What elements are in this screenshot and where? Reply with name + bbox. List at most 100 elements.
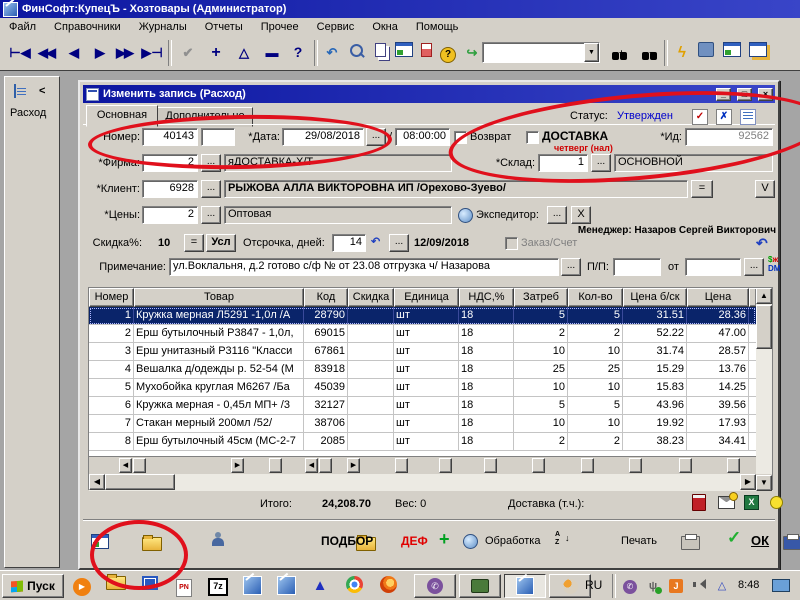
column-scroll-thumb[interactable]	[679, 458, 692, 473]
clock[interactable]: 8:48	[738, 579, 759, 591]
excel-icon[interactable]: X	[744, 495, 759, 510]
v-scrollbar[interactable]: ▲	[756, 288, 772, 474]
table-row[interactable]: 2Ерш бутылочный Р3847 - 1,0л,69015шт1822…	[89, 325, 756, 343]
column-scroll-thumb[interactable]	[727, 458, 740, 473]
scroll-up-button[interactable]: ▲	[756, 288, 772, 304]
column-scroll-arrow[interactable]: ◀	[119, 458, 132, 473]
7zip-icon[interactable]: 7z	[208, 576, 228, 596]
nav-first-button[interactable]: ⊢◀	[8, 41, 32, 65]
language-indicator[interactable]: RU	[585, 578, 602, 592]
vozvrat-checkbox[interactable]	[454, 131, 467, 144]
column-scroll-arrow[interactable]: ▶	[347, 458, 360, 473]
table-row[interactable]: 4Вешалка д/одежды р. 52-54 (М83918шт1825…	[89, 361, 756, 379]
delete-record-button[interactable]: ▬	[260, 41, 284, 65]
close-button[interactable]: ×	[758, 88, 773, 101]
prim-input[interactable]: ул.Воклальня, д.2 готово с/ф № от 23.08 …	[169, 258, 559, 276]
menu-item-1[interactable]: Справочники	[45, 18, 130, 36]
menu-item-4[interactable]: Прочее	[252, 18, 308, 36]
column-scroll-thumb[interactable]	[484, 458, 497, 473]
date-input[interactable]: 29/08/2018	[282, 128, 364, 146]
nomer-input[interactable]: 40143	[142, 128, 198, 146]
h-scrollbar[interactable]: ◀ ▶	[89, 474, 756, 491]
cascade-windows-button[interactable]	[746, 41, 770, 65]
delphi-icon[interactable]: ▲	[310, 576, 330, 596]
firma-lookup-button[interactable]: ...	[201, 154, 221, 172]
usl-button[interactable]: Усл	[206, 234, 236, 252]
skidka-equal-button[interactable]: =	[184, 234, 204, 252]
column-scroll-thumb[interactable]	[269, 458, 282, 473]
forward-button[interactable]: ↪	[460, 41, 484, 65]
refresh-button[interactable]: ↶	[320, 41, 344, 65]
column-scroll-thumb[interactable]	[629, 458, 642, 473]
edit-record-button[interactable]: △	[232, 41, 256, 65]
kupets-shortcut-icon-2[interactable]	[276, 576, 296, 596]
ceny-lookup-button[interactable]: ...	[201, 206, 221, 224]
nav-next-page-button[interactable]: ▶▶	[112, 41, 136, 65]
firma-code-input[interactable]: 2	[142, 154, 198, 172]
menu-item-0[interactable]: Файл	[0, 18, 45, 36]
klient-equal-button[interactable]: =	[691, 180, 713, 198]
nav-prev-button[interactable]: ◀	[62, 41, 86, 65]
table-row[interactable]: 3Ерш унитазный Р3116 "Класси67861шт18101…	[89, 343, 756, 361]
help-button[interactable]: ?	[436, 41, 460, 65]
column-header-1[interactable]: Товар	[134, 288, 304, 307]
find-plus-button[interactable]: +	[606, 41, 630, 65]
column-scroll-arrow[interactable]: ▶	[231, 458, 244, 473]
scroll-right-button[interactable]: ▶	[740, 474, 756, 490]
klient-lookup-button[interactable]: ...	[201, 180, 221, 198]
print-icon[interactable]	[681, 536, 700, 550]
grid-body[interactable]: 1Кружка мерная Л5291 -1,0л /А28790шт1855…	[89, 307, 756, 456]
quick-search-button[interactable]: ϟ	[670, 41, 694, 65]
column-scroll-arrow[interactable]: ◀	[305, 458, 318, 473]
def-button[interactable]: ДЕФ	[401, 534, 428, 548]
copy-table-button[interactable]	[392, 41, 416, 65]
nav-prev-page-button[interactable]: ◀◀	[34, 41, 58, 65]
find-minus-button[interactable]: −	[636, 41, 660, 65]
column-scroll-thumb[interactable]	[532, 458, 545, 473]
column-header-2[interactable]: Код	[304, 288, 348, 307]
otsrochka-lookup-button[interactable]: ...	[389, 234, 409, 252]
nav-last-button[interactable]: ▶⊣	[140, 41, 164, 65]
toolbar-search-combo[interactable]	[482, 42, 600, 63]
v-scroll-thumb[interactable]	[756, 305, 772, 349]
menu-item-2[interactable]: Журналы	[130, 18, 196, 36]
sort-az-button[interactable]: AZ	[555, 531, 560, 547]
help-record-button[interactable]: ?	[286, 41, 310, 65]
open-folder-button[interactable]	[142, 537, 162, 551]
add-item-button[interactable]: +	[439, 529, 450, 550]
podbor-button[interactable]: ПОДБОР	[321, 534, 373, 548]
new-window-button[interactable]	[720, 41, 744, 65]
status-confirm-icon[interactable]: ✓	[692, 109, 708, 125]
column-scroll-thumb[interactable]	[395, 458, 408, 473]
tray-viber-icon[interactable]: ✆	[622, 578, 638, 594]
column-header-9[interactable]: Цена	[687, 288, 749, 307]
nav-next-button[interactable]: ▶	[88, 41, 112, 65]
chrome-icon[interactable]	[344, 576, 364, 596]
table-row[interactable]: 7Стакан мерный 200мл /52/38706шт18101019…	[89, 415, 756, 433]
currency-icon[interactable]: $жDM	[768, 255, 780, 273]
menu-item-5[interactable]: Сервис	[308, 18, 364, 36]
obrabotka-button[interactable]: Обработка	[485, 535, 540, 547]
menu-item-6[interactable]: Окна	[363, 18, 407, 36]
tray-volume-icon[interactable]	[691, 578, 707, 594]
date-picker-button[interactable]: ...	[366, 128, 386, 146]
pp-lookup-button[interactable]: ...	[744, 258, 764, 276]
firefox-icon[interactable]	[378, 576, 398, 596]
h-scroll-thumb[interactable]	[105, 474, 175, 490]
minimize-button[interactable]: _	[716, 88, 731, 101]
tray-usb-icon[interactable]: ψ	[645, 578, 661, 594]
column-header-5[interactable]: НДС,%	[459, 288, 514, 307]
task-viber[interactable]: ✆	[414, 574, 456, 598]
dostavka-checkbox[interactable]	[526, 131, 539, 144]
report-button[interactable]	[414, 41, 438, 65]
table-row[interactable]: 1Кружка мерная Л5291 -1,0л /А28790шт1855…	[89, 307, 756, 325]
status-cancel-icon[interactable]: ✗	[716, 109, 732, 125]
print-settings-button[interactable]	[783, 536, 800, 550]
column-scroll-thumb[interactable]	[581, 458, 594, 473]
scroll-left-button[interactable]: ◀	[89, 474, 105, 490]
obrabotka-icon[interactable]	[463, 534, 478, 549]
menu-item-7[interactable]: Помощь	[407, 18, 468, 36]
time-input[interactable]: 08:00:00	[395, 128, 450, 146]
task-app-green[interactable]	[459, 574, 501, 598]
menu-item-3[interactable]: Отчеты	[196, 18, 252, 36]
